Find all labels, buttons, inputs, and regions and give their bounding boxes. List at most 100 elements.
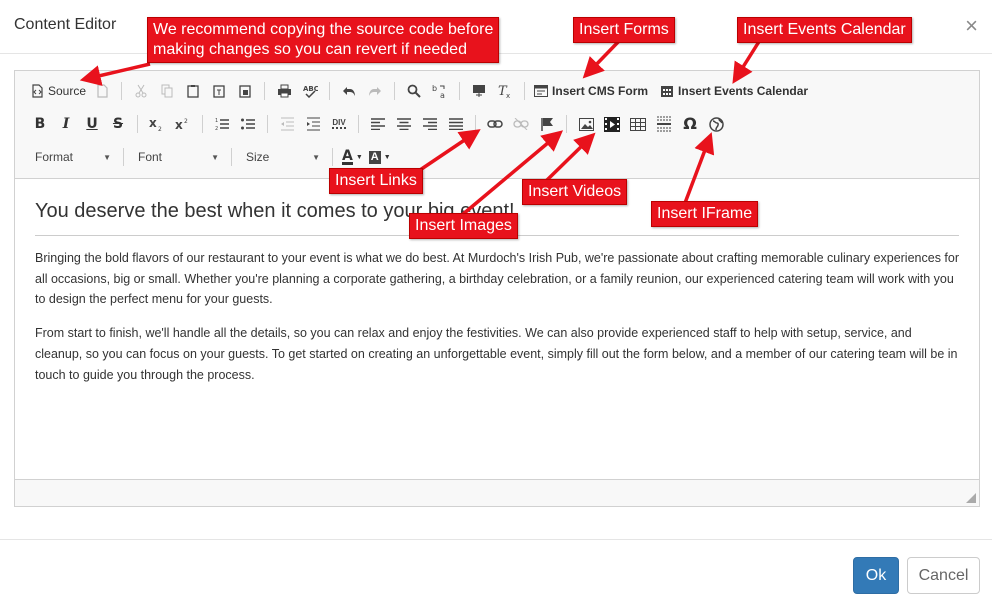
align-right-button[interactable]	[417, 111, 443, 137]
insert-events-calendar-label: Insert Events Calendar	[678, 84, 809, 98]
content-editor-dialog: Content Editor × Source ABC b a T x Inse…	[0, 0, 992, 606]
paste-text-icon	[213, 85, 225, 98]
search-icon	[407, 84, 421, 98]
close-icon[interactable]: ×	[965, 15, 978, 37]
callout-source-note-line2: making changes so you can revert if need…	[153, 41, 467, 58]
callout-insert-images: Insert Images	[409, 213, 518, 239]
callout-insert-links: Insert Links	[329, 168, 423, 194]
redo-icon	[369, 87, 382, 96]
outdent-icon	[281, 117, 294, 131]
superscript-button[interactable]: x2	[170, 111, 196, 137]
calendar-icon	[661, 86, 674, 97]
text-color-button[interactable]: A ▼	[339, 144, 366, 170]
anchor-button[interactable]	[534, 111, 560, 137]
callout-insert-iframe: Insert IFrame	[651, 201, 759, 227]
strikethrough-button[interactable]: S	[105, 111, 131, 137]
print-icon	[277, 84, 291, 98]
underline-button[interactable]: U	[79, 111, 105, 137]
align-right-icon	[423, 118, 437, 130]
table-button[interactable]	[625, 111, 651, 137]
font-dropdown[interactable]: Font ▼	[130, 145, 225, 169]
horizontal-rule-button[interactable]	[651, 111, 677, 137]
content-paragraph: From start to finish, we'll handle all t…	[35, 326, 958, 382]
svg-text:a: a	[440, 91, 445, 99]
source-button[interactable]: Source	[27, 78, 89, 104]
subscript-button[interactable]: x2	[144, 111, 170, 137]
insert-events-calendar-button[interactable]: Insert Events Calendar	[657, 78, 811, 104]
image-button[interactable]	[573, 111, 599, 137]
video-button[interactable]	[599, 111, 625, 137]
dialog-footer: Ok Cancel	[0, 539, 992, 606]
paste-button[interactable]	[180, 78, 206, 104]
unlink-button[interactable]	[508, 111, 534, 137]
bold-button[interactable]: B	[27, 111, 53, 137]
form-icon	[534, 85, 549, 97]
callout-insert-events-calendar: Insert Events Calendar	[737, 17, 912, 43]
remove-format-button[interactable]: Tx	[492, 78, 518, 104]
link-button[interactable]	[482, 111, 508, 137]
dialog-title: Content Editor	[14, 16, 117, 33]
insert-cms-form-label: Insert CMS Form	[552, 84, 649, 98]
cancel-button[interactable]: Cancel	[907, 557, 980, 594]
chevron-down-icon: ▼	[355, 153, 363, 161]
italic-button[interactable]: I	[53, 111, 79, 137]
show-blocks-icon	[473, 85, 486, 97]
find-button[interactable]	[401, 78, 427, 104]
chevron-down-icon: ▼	[103, 152, 111, 162]
iframe-button[interactable]	[703, 111, 729, 137]
cut-button[interactable]	[128, 78, 154, 104]
svg-text:2: 2	[184, 118, 188, 125]
size-label: Size	[246, 150, 270, 164]
table-icon	[630, 117, 646, 131]
save-template-button[interactable]	[89, 78, 115, 104]
numbered-list-button[interactable]: 12	[209, 111, 235, 137]
replace-button[interactable]: ba	[427, 78, 453, 104]
format-label: Format	[35, 150, 74, 164]
format-dropdown[interactable]: Format ▼	[27, 145, 117, 169]
align-center-button[interactable]	[391, 111, 417, 137]
toolbar-separator	[123, 148, 124, 166]
svg-text:x: x	[149, 117, 157, 130]
resize-handle-icon[interactable]	[966, 493, 976, 503]
rich-text-editor: Source ABC b a T x Insert CMS Form Inser…	[14, 70, 980, 507]
spellcheck-button[interactable]: ABC	[297, 78, 323, 104]
paste-word-icon	[239, 85, 251, 98]
outdent-button[interactable]	[274, 111, 300, 137]
callout-source-note-line1: We recommend copying the source code bef…	[153, 21, 494, 38]
redo-button[interactable]	[362, 78, 388, 104]
chevron-down-icon: ▼	[211, 152, 219, 162]
subscript-icon: x2	[149, 117, 162, 131]
copy-button[interactable]	[154, 78, 180, 104]
undo-button[interactable]	[336, 78, 362, 104]
show-blocks-button[interactable]	[466, 78, 492, 104]
special-char-button[interactable]: Ω	[677, 111, 703, 137]
toolbar-separator	[566, 115, 567, 133]
remove-format-icon: Tx	[498, 84, 510, 98]
chevron-down-icon: ▼	[312, 152, 320, 162]
toolbar-separator	[475, 115, 476, 133]
insert-cms-form-button[interactable]: Insert CMS Form	[531, 78, 651, 104]
size-dropdown[interactable]: Size ▼	[238, 145, 326, 169]
paste-word-button[interactable]	[232, 78, 258, 104]
div-icon: DIV	[332, 118, 346, 129]
editor-statusbar	[15, 479, 979, 506]
svg-text:ABC: ABC	[303, 85, 318, 93]
svg-text:x: x	[506, 92, 510, 98]
justify-button[interactable]	[443, 111, 469, 137]
paste-text-button[interactable]	[206, 78, 232, 104]
background-color-button[interactable]: A ▼	[366, 144, 394, 170]
align-left-button[interactable]	[365, 111, 391, 137]
toolbar-separator	[524, 82, 526, 100]
toolbar-separator	[332, 148, 333, 166]
indent-button[interactable]	[300, 111, 326, 137]
print-button[interactable]	[271, 78, 297, 104]
bulleted-list-button[interactable]	[235, 111, 261, 137]
globe-icon	[708, 116, 724, 132]
toolbar-separator	[121, 82, 123, 100]
replace-icon: ba	[432, 84, 445, 99]
svg-text:b: b	[432, 84, 437, 93]
ok-button[interactable]: Ok	[853, 557, 899, 594]
video-icon	[604, 116, 620, 132]
copy-icon	[161, 84, 173, 98]
create-div-button[interactable]: DIV	[326, 111, 352, 137]
